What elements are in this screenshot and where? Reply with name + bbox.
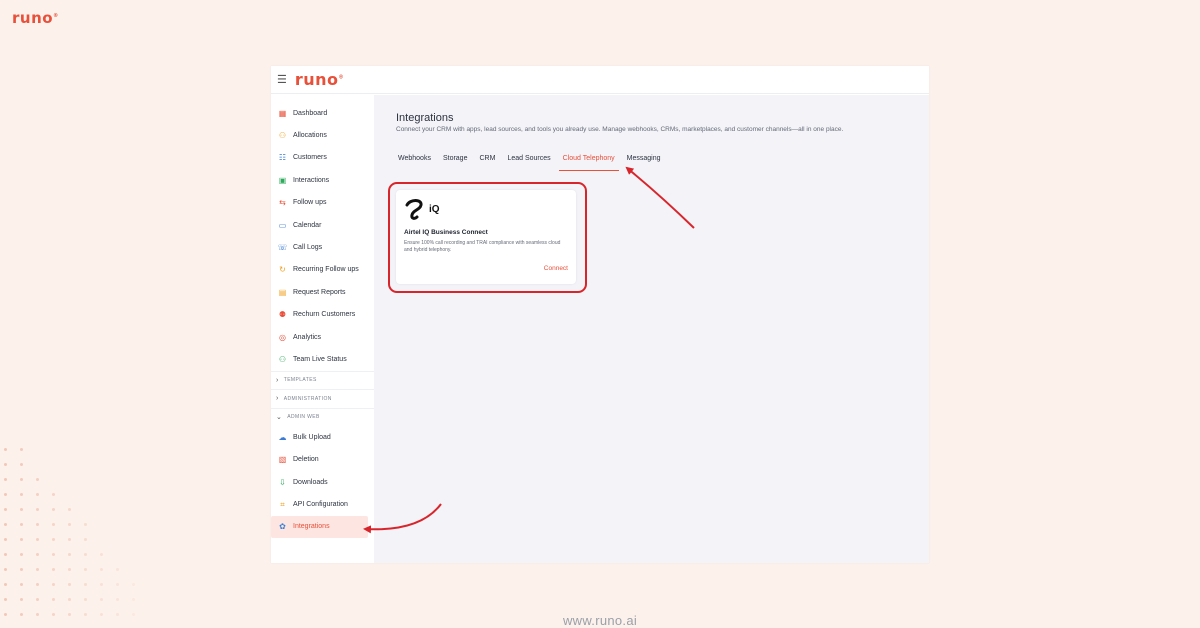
sidebar-item-label: Downloads <box>293 478 328 486</box>
sidebar-item-api-configuration[interactable]: ⌗ API Configuration <box>271 493 374 515</box>
decorative-dots <box>4 448 144 628</box>
tab-crm[interactable]: CRM <box>475 154 499 171</box>
interactions-icon: ▣ <box>278 175 287 185</box>
sidebar-item-deletion[interactable]: ▧ Deletion <box>271 449 374 471</box>
annotation-highlight-box <box>388 182 587 293</box>
sidebar-item-follow-ups[interactable]: ⇆ Follow ups <box>271 192 374 214</box>
footer-url: www.runo.ai <box>562 613 638 628</box>
sidebar-item-label: Interactions <box>293 176 330 184</box>
tab-messaging[interactable]: Messaging <box>623 154 665 171</box>
section-label: TEMPLATES <box>283 377 317 384</box>
sidebar-item-bulk-upload[interactable]: ☁ Bulk Upload <box>271 426 374 448</box>
section-label: ADMINISTRATION <box>283 395 332 402</box>
sidebar-item-label: API Configuration <box>293 501 348 509</box>
sidebar-item-downloads[interactable]: ⇩ Downloads <box>271 471 374 493</box>
analytics-icon: ◎ <box>279 332 286 342</box>
sidebar-item-label: Analytics <box>293 333 322 341</box>
sidebar-item-label: Calendar <box>293 221 322 229</box>
chevron-down-icon: ⌄ <box>276 414 283 422</box>
team-status-icon: ⚇ <box>278 354 287 364</box>
follow-ups-icon: ⇆ <box>279 198 286 208</box>
dashboard-icon: ▦ <box>278 108 287 118</box>
sidebar-item-rechurn-customers[interactable]: ⚉ Rechurn Customers <box>271 304 374 326</box>
sidebar-section-admin-web[interactable]: ⌄ ADMIN WEB <box>271 407 374 427</box>
call-logs-icon: ☏ <box>277 243 288 253</box>
recurring-icon: ↻ <box>279 265 286 275</box>
chevron-right-icon: › <box>276 395 279 403</box>
sidebar-item-team-live-status[interactable]: ⚇ Team Live Status <box>271 348 374 370</box>
sidebar-item-label: Dashboard <box>293 109 328 117</box>
download-icon: ⇩ <box>279 477 286 487</box>
app-window: ☰ runo® ▦ Dashboard ⚇ Allocations ☷ Customers… <box>271 66 929 563</box>
tab-storage[interactable]: Storage <box>439 154 472 171</box>
sidebar: ▦ Dashboard ⚇ Allocations ☷ Customers ▣ Interac… <box>271 95 374 563</box>
customers-icon: ☷ <box>278 153 287 163</box>
sidebar-item-request-reports[interactable]: ▤ Request Reports <box>271 281 374 303</box>
tab-webhooks[interactable]: Webhooks <box>394 154 435 171</box>
sidebar-item-label: Team Live Status <box>293 355 347 363</box>
chevron-right-icon: › <box>276 376 279 384</box>
tab-lead-sources[interactable]: Lead Sources <box>503 154 554 171</box>
section-label: ADMIN WEB <box>287 414 320 421</box>
sidebar-item-label: Follow ups <box>293 199 327 207</box>
sidebar-item-label: Customers <box>293 154 327 162</box>
sidebar-item-dashboard[interactable]: ▦ Dashboard <box>271 102 374 124</box>
sidebar-item-call-logs[interactable]: ☏ Call Logs <box>271 236 374 258</box>
page-description: Connect your CRM with apps, lead sources… <box>396 126 844 133</box>
sidebar-item-label: Integrations <box>293 523 330 531</box>
page-title: Integrations <box>396 112 454 124</box>
sidebar-item-label: Allocations <box>293 132 327 140</box>
brand-logo: runo® <box>12 9 59 27</box>
sidebar-item-label: Rechurn Customers <box>293 311 356 319</box>
app-logo[interactable]: runo® <box>295 70 344 89</box>
integrations-icon: ✿ <box>279 522 286 532</box>
sidebar-section-administration[interactable]: › ADMINISTRATION <box>271 389 374 408</box>
sidebar-item-interactions[interactable]: ▣ Interactions <box>271 169 374 191</box>
sidebar-section-templates[interactable]: › TEMPLATES <box>271 370 374 390</box>
sidebar-item-integrations[interactable]: ✿ Integrations <box>271 515 368 539</box>
sidebar-item-calendar[interactable]: ▭ Calendar <box>271 214 374 236</box>
sidebar-item-label: Request Reports <box>293 288 346 296</box>
api-icon: ⌗ <box>280 499 285 509</box>
sidebar-item-allocations[interactable]: ⚇ Allocations <box>271 124 374 146</box>
sidebar-item-analytics[interactable]: ◎ Analytics <box>271 326 374 348</box>
top-bar: ☰ runo® <box>271 66 929 94</box>
cloud-upload-icon: ☁ <box>278 432 287 442</box>
allocations-icon: ⚇ <box>278 131 287 141</box>
sidebar-item-label: Call Logs <box>293 244 323 252</box>
deletion-icon: ▧ <box>278 455 287 465</box>
sidebar-item-recurring-follow-ups[interactable]: ↻ Recurring Follow ups <box>271 259 374 281</box>
main-content: Integrations Connect your CRM with apps,… <box>374 95 929 563</box>
sidebar-item-label: Recurring Follow ups <box>293 266 359 274</box>
rechurn-icon: ⚉ <box>278 310 287 320</box>
reports-icon: ▤ <box>278 287 287 297</box>
tab-cloud-telephony[interactable]: Cloud Telephony <box>558 154 619 171</box>
hamburger-menu-icon[interactable]: ☰ <box>277 73 287 86</box>
sidebar-item-customers[interactable]: ☷ Customers <box>271 147 374 169</box>
integration-tabs: Webhooks Storage CRM Lead Sources Cloud Tele… <box>394 154 669 171</box>
calendar-icon: ▭ <box>278 220 287 230</box>
sidebar-item-label: Bulk Upload <box>293 433 331 441</box>
sidebar-item-label: Deletion <box>293 456 319 464</box>
